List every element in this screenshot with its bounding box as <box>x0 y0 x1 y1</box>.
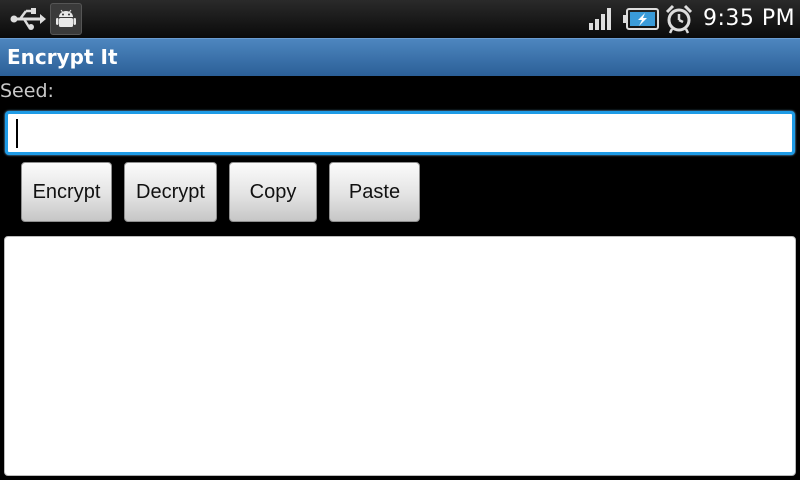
output-text-area[interactable] <box>4 236 796 476</box>
seed-input[interactable] <box>5 111 795 155</box>
android-debug-icon <box>50 3 82 35</box>
decrypt-button[interactable]: Decrypt <box>124 162 217 222</box>
battery-charging-icon <box>623 7 659 31</box>
title-bar: Encrypt It <box>0 38 800 76</box>
status-bar: 9:35 PM <box>0 0 800 38</box>
paste-button[interactable]: Paste <box>329 162 420 222</box>
text-cursor <box>16 119 18 148</box>
seed-label: Seed: <box>0 80 54 102</box>
alarm-clock-icon <box>664 4 694 34</box>
signal-icon <box>588 8 614 30</box>
copy-button[interactable]: Copy <box>229 162 317 222</box>
encrypt-button[interactable]: Encrypt <box>21 162 112 222</box>
status-time: 9:35 PM <box>703 6 796 31</box>
app-title: Encrypt It <box>7 45 118 69</box>
usb-icon <box>10 6 46 32</box>
